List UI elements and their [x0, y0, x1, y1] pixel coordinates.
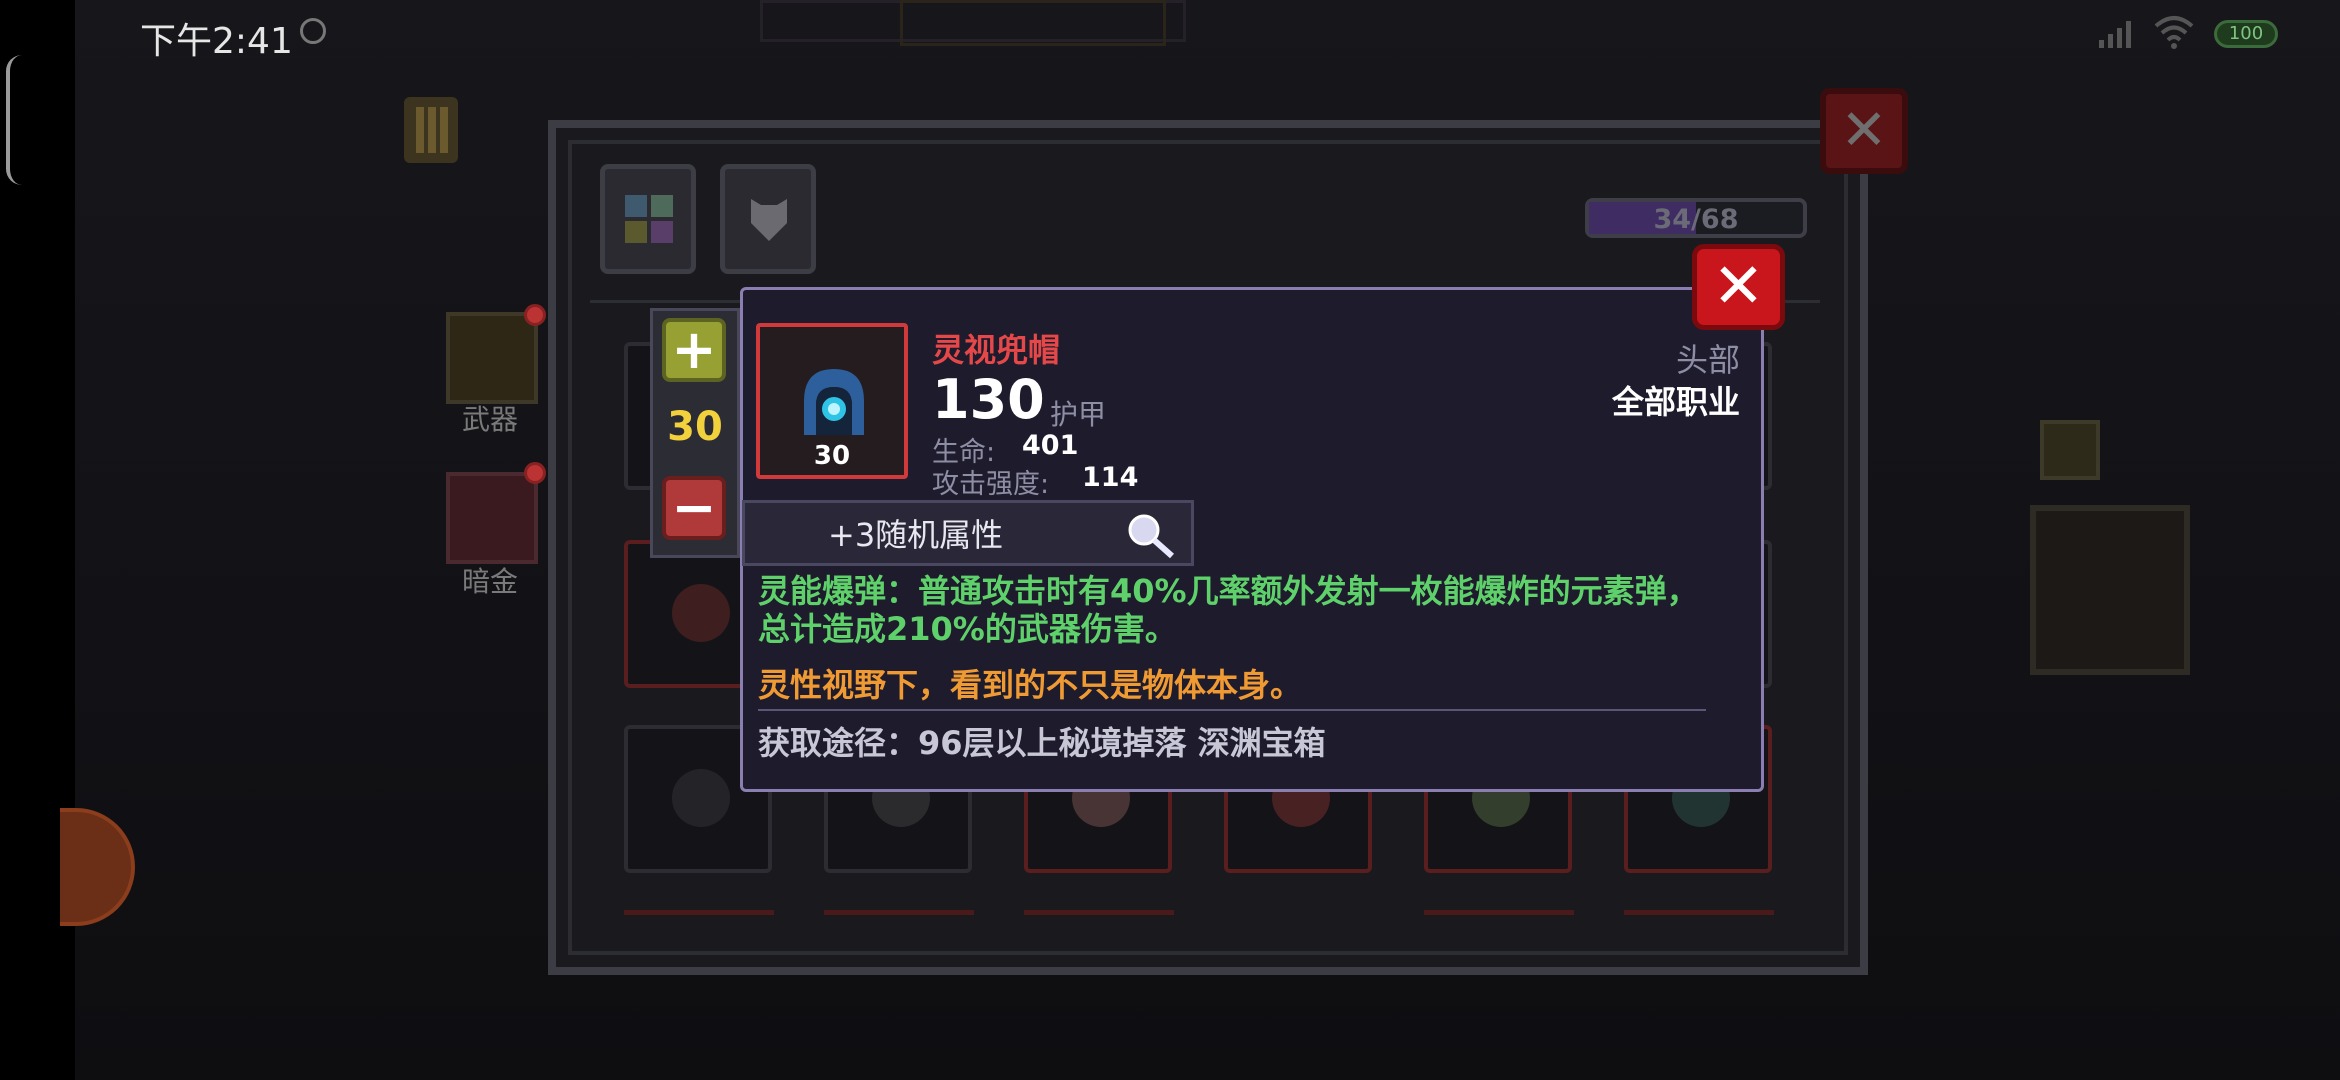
tooltip-close-button[interactable]: ✕	[1692, 244, 1785, 330]
random-attribute-text: +3随机属性	[828, 516, 1004, 554]
equipment-class: 全部职业	[1611, 383, 1740, 421]
dark-gold-menu-button[interactable]	[446, 472, 538, 564]
alarm-icon	[300, 18, 326, 44]
capacity-progress-text: 34/68	[1653, 204, 1739, 235]
hood-icon	[804, 369, 864, 435]
treasure-chest-object	[2030, 505, 2190, 675]
status-time: 下午2:41	[140, 21, 293, 62]
item-source: 获取途径：96层以上秘境掉落 深渊宝箱	[758, 724, 1326, 762]
battery-icon: 100	[2214, 20, 2278, 48]
close-icon: ✕	[1712, 249, 1765, 322]
grid-icon	[625, 195, 673, 243]
weapon-menu-button[interactable]	[446, 312, 538, 404]
plus-icon: +	[671, 318, 717, 381]
item-name: 灵视兜帽	[932, 331, 1061, 369]
stat-value-attack: 114	[1082, 462, 1139, 493]
armor-label: 护甲	[1050, 398, 1107, 431]
capacity-progress-bar: 34/68	[1585, 198, 1807, 238]
item-thumbnail	[672, 584, 730, 642]
armor-icon	[751, 199, 787, 241]
slot-row-edge	[1024, 910, 1174, 927]
panel-close-button[interactable]: ✕	[1820, 88, 1908, 174]
level-down-button[interactable]: −	[662, 476, 726, 540]
stat-label-attack: 攻击强度:	[932, 469, 1050, 500]
weapon-notification-dot	[524, 304, 546, 326]
slot-row-edge	[1624, 910, 1774, 927]
magnifier-icon[interactable]	[1122, 508, 1178, 560]
slot-row-edge	[1424, 910, 1574, 927]
chest-indicator-icon	[2040, 420, 2100, 480]
pause-icon[interactable]	[402, 95, 460, 165]
equipment-slot-name: 头部	[1675, 341, 1740, 379]
item-flavor-text: 灵性视野下，看到的不只是物体本身。	[758, 666, 1303, 704]
dark-gold-menu-label: 暗金	[462, 565, 519, 598]
item-level: 30	[813, 441, 851, 471]
armor-value: 130	[932, 368, 1045, 431]
tooltip-divider	[758, 709, 1706, 711]
item-thumbnail	[672, 769, 730, 827]
weapon-menu-label: 武器	[462, 403, 519, 436]
minus-icon: −	[671, 476, 717, 539]
item-effect-description: 灵能爆弹：普通攻击时有40%几率额外发射一枚能爆炸的元素弹，总计造成210%的武…	[758, 572, 1699, 648]
slot-row-edge	[824, 910, 974, 927]
background-window-decor	[900, 0, 1166, 46]
tab-character[interactable]	[720, 164, 816, 274]
wifi-icon	[2154, 16, 2194, 49]
dark-gold-notification-dot	[524, 462, 546, 484]
stat-value-hp: 401	[1022, 430, 1079, 461]
close-icon: ✕	[1840, 98, 1888, 163]
level-up-button[interactable]: +	[662, 318, 726, 382]
tab-equipment[interactable]	[600, 164, 696, 274]
level-value: 30	[667, 404, 723, 450]
slot-row-edge	[624, 910, 774, 927]
signal-icon	[2099, 21, 2131, 48]
edge-gesture-handle[interactable]	[6, 55, 24, 185]
item-icon-frame: 30	[756, 323, 908, 479]
